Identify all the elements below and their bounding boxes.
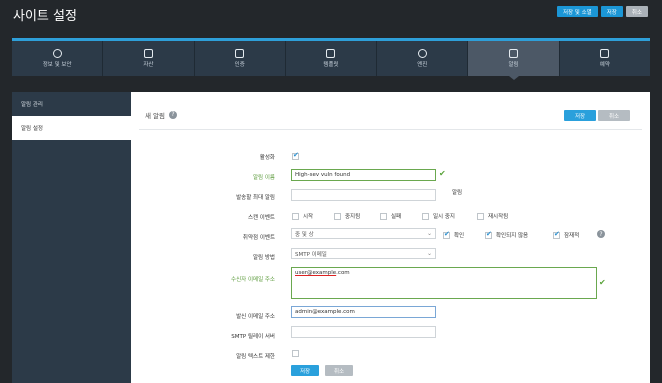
valid-check-icon: ✔ xyxy=(599,278,606,287)
option-label: 확인되지 않음 xyxy=(496,233,529,239)
calendar-icon xyxy=(600,49,610,58)
tab-label: 엔진 xyxy=(417,62,428,68)
assets-icon xyxy=(143,49,153,58)
select-value: SMTP 이메일 xyxy=(295,251,327,258)
enabled-label: 활성화 xyxy=(259,155,275,161)
tab-schedule[interactable]: 예약 xyxy=(560,41,650,76)
tab-label: 자산 xyxy=(143,62,154,68)
panel-save-button[interactable]: 저장 xyxy=(564,110,596,121)
option-label: 실패 xyxy=(391,214,402,220)
scan-event-resumed[interactable]: 재시작됨 xyxy=(477,212,508,220)
checkbox[interactable] xyxy=(443,230,450,239)
option-label: 일시 중지 xyxy=(433,214,455,220)
chevron-down-icon: ⌄ xyxy=(426,250,432,257)
vuln-event-confirmed[interactable]: 확인 xyxy=(443,230,465,239)
authentication-icon xyxy=(235,49,245,58)
smtp-relay-input[interactable] xyxy=(291,326,436,338)
scan-event-stopped[interactable]: 중지됨 xyxy=(334,212,360,220)
checkbox[interactable] xyxy=(380,212,387,220)
name-label: 알림 이름 xyxy=(253,175,275,181)
recipient-user: user@example xyxy=(295,270,337,276)
limit-text-checkbox[interactable] xyxy=(292,350,299,357)
enabled-checkbox[interactable] xyxy=(292,151,299,160)
select-value: 중 및 상 xyxy=(295,231,314,238)
sender-email-input[interactable]: admin@example.com xyxy=(291,306,436,318)
sender-label: 발신 이메일 주소 xyxy=(236,314,275,320)
tab-template[interactable]: 템플릿 xyxy=(286,41,378,76)
option-label: 잠재적 xyxy=(564,233,580,239)
alert-name-input[interactable]: High-sev vuln found xyxy=(291,169,436,181)
recipient-email-textarea[interactable]: user@example .com xyxy=(291,267,597,299)
max-alerts-unit: 알림 xyxy=(452,190,463,196)
method-label: 알림 방법 xyxy=(253,255,275,261)
max-alerts-input[interactable] xyxy=(291,189,436,201)
option-label: 중지됨 xyxy=(345,214,361,220)
vuln-event-unconfirmed[interactable]: 확인되지 않음 xyxy=(485,230,529,239)
alert-panel: 새 알림 ? 저장 취소 활성화 알림 이름 High-sev vuln fou… xyxy=(131,92,650,383)
checkbox[interactable] xyxy=(477,212,484,220)
max-alerts-label: 발송할 최대 알림 xyxy=(236,195,275,201)
form-save-button[interactable]: 저장 xyxy=(291,365,319,376)
option-label: 확인 xyxy=(454,233,465,239)
cancel-button[interactable]: 취소 xyxy=(625,6,648,17)
save-button[interactable]: 저장 xyxy=(600,6,623,17)
checkbox[interactable] xyxy=(553,230,560,239)
tab-info-security[interactable]: 정보 및 보안 xyxy=(12,41,104,76)
sidebar-item-alert-settings[interactable]: 알림 설정 xyxy=(12,116,131,140)
vuln-event-potential[interactable]: 잠재적 xyxy=(553,230,580,239)
tab-label: 예약 xyxy=(599,62,610,68)
help-icon[interactable]: ? xyxy=(597,230,605,238)
checkbox[interactable] xyxy=(485,230,492,239)
checkbox[interactable] xyxy=(422,212,429,220)
tab-label: 인증 xyxy=(234,62,245,68)
option-label: 재시작됨 xyxy=(488,214,509,220)
checkbox[interactable] xyxy=(292,212,299,220)
vuln-severity-select[interactable]: 중 및 상 ⌄ xyxy=(291,228,436,239)
tab-label: 정보 및 보안 xyxy=(42,62,72,68)
main-nav: 정보 및 보안 자산 인증 템플릿 엔진 알림 예약 xyxy=(12,38,650,80)
scan-event-failed[interactable]: 실패 xyxy=(380,212,401,220)
chevron-down-icon: ⌄ xyxy=(426,230,432,237)
tab-alerts[interactable]: 알림 xyxy=(468,41,560,80)
tab-authentication[interactable]: 인증 xyxy=(195,41,286,76)
tab-engine[interactable]: 엔진 xyxy=(377,41,469,76)
shield-check-icon xyxy=(509,49,519,58)
top-actions: 저장 및 소멸 저장 취소 xyxy=(556,6,648,17)
vuln-events-label: 취약점 이벤트 xyxy=(242,235,275,241)
panel-actions: 저장 취소 xyxy=(564,110,630,121)
recipient-label: 수신자 이메일 주소 xyxy=(231,277,275,283)
help-icon[interactable]: ? xyxy=(169,110,178,119)
scan-event-start[interactable]: 시작 xyxy=(292,212,313,220)
info-icon xyxy=(52,49,62,58)
panel-cancel-button[interactable]: 취소 xyxy=(598,110,630,121)
scan-events-label: 스캔 이벤트 xyxy=(247,215,275,221)
valid-check-icon: ✔ xyxy=(439,169,446,178)
option-label: 시작 xyxy=(303,214,314,220)
sidebar: 알림 관리 알림 설정 xyxy=(12,92,131,383)
alert-method-select[interactable]: SMTP 이메일 ⌄ xyxy=(291,248,436,259)
panel-title: 새 알림 xyxy=(145,111,166,120)
scan-event-paused[interactable]: 일시 중지 xyxy=(422,212,455,220)
save-and-publish-button[interactable]: 저장 및 소멸 xyxy=(556,6,598,17)
app-title: 사이트 설정 xyxy=(13,9,77,24)
tab-assets[interactable]: 자산 xyxy=(103,41,195,76)
sidebar-item-alert-management[interactable]: 알림 관리 xyxy=(12,92,131,116)
checkbox[interactable] xyxy=(334,212,341,220)
engine-icon xyxy=(417,49,427,58)
form-cancel-button[interactable]: 취소 xyxy=(325,365,353,376)
tab-label: 템플릿 xyxy=(323,62,339,68)
recipient-domain: .com xyxy=(336,270,350,276)
tab-label: 알림 xyxy=(508,62,519,68)
template-icon xyxy=(326,49,336,58)
relay-label: SMTP 릴레이 서버 xyxy=(231,334,275,340)
limit-text-label: 알림 텍스트 제한 xyxy=(236,354,275,360)
